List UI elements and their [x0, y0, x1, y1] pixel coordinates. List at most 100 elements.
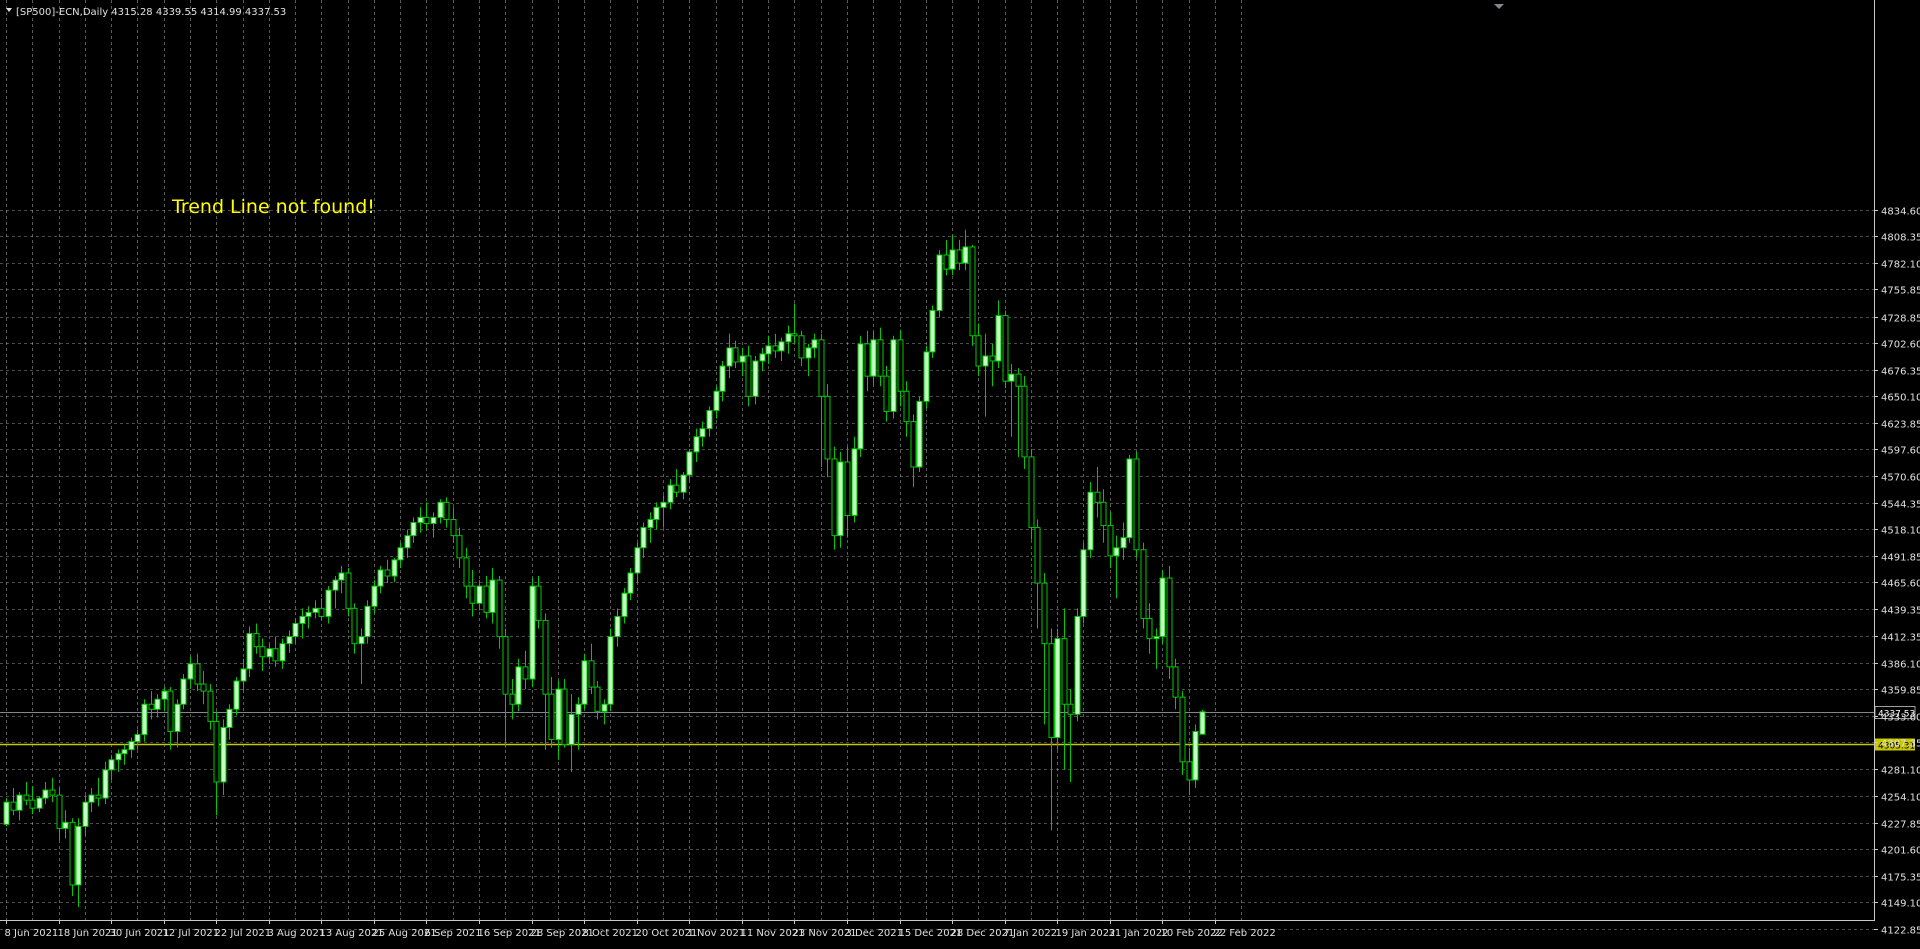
price-label: 4755.85 [1881, 286, 1920, 297]
candle-body-up [3, 801, 10, 825]
candle-body-up [364, 605, 371, 638]
price-label: 4623.85 [1881, 420, 1920, 431]
candle-body-up [312, 607, 319, 613]
price-label: 4808.35 [1881, 233, 1920, 244]
price-label: 4149.10 [1881, 899, 1920, 910]
candle-body-up [640, 527, 647, 549]
candle-body-up [108, 759, 115, 771]
candle-body-up [266, 648, 273, 658]
candle-body-down [450, 518, 457, 537]
candle-body-up [653, 506, 660, 520]
candle-body-down [1166, 577, 1173, 668]
candle-body-down [732, 347, 739, 363]
candle-body-down [1133, 458, 1140, 551]
candle-body-up [1113, 547, 1120, 557]
price-label: 4834.60 [1881, 207, 1920, 218]
date-label: 19 Jan 2022 [1056, 928, 1116, 939]
candle-body-up [759, 353, 766, 362]
candle-body-up [154, 698, 161, 710]
candle-body-down [989, 355, 996, 362]
price-label: 4491.85 [1881, 553, 1920, 564]
candle-body-up [1080, 549, 1087, 617]
candle-body-up [286, 636, 293, 645]
candle-body-up [437, 501, 444, 518]
plot-background [0, 0, 1920, 944]
candle-body-up [778, 341, 785, 352]
candle-body-up [1199, 711, 1206, 735]
candle-body-up [726, 347, 733, 367]
price-label: 4439.35 [1881, 606, 1920, 617]
candle-body-up [417, 516, 424, 524]
date-label: 30 Jun 2021 [110, 928, 170, 939]
chart-window[interactable]: 4337.53 4305.31 4834.60 4808.35 4782.10 4755… [0, 0, 1920, 944]
candle-body-down [943, 254, 950, 270]
candle-body-down [1140, 549, 1147, 619]
candle-body-down [443, 501, 450, 520]
candle-body-up [607, 636, 614, 705]
candle-body-down [351, 607, 358, 645]
candle-body-up [377, 569, 384, 587]
candle-body-up [115, 753, 122, 761]
candle-body-down [897, 339, 904, 392]
candle-body-up [430, 516, 437, 525]
candle-body-down [877, 339, 884, 377]
candle-body-up [621, 592, 628, 617]
candle-body-up [555, 688, 562, 741]
price-label: 4412.35 [1881, 633, 1920, 644]
candle-body-down [1179, 696, 1186, 763]
candle-body-up [1008, 373, 1015, 382]
candle-body-down [1107, 525, 1114, 557]
candle-body-up [102, 769, 109, 799]
candlestick-chart[interactable]: 4337.534305.31 4834.604808.354782.104755… [0, 0, 1920, 944]
candle-body-down [548, 693, 555, 741]
price-label: 4544.35 [1881, 500, 1920, 511]
candle-body-up [916, 400, 923, 468]
date-label: 7 Jan 2022 [1004, 928, 1058, 939]
date-label: 8 Jun 2021 [5, 928, 59, 939]
price-label: 4782.10 [1881, 260, 1920, 271]
candle-body-up [246, 633, 253, 670]
price-label: 4570.60 [1881, 473, 1920, 484]
candle-body-up [410, 522, 417, 537]
candle-body-up [404, 535, 411, 549]
candle-body-down [253, 633, 260, 648]
candle-body-down [318, 607, 325, 617]
candle-body-up [686, 451, 693, 476]
chart-header[interactable]: [SP500]-ECN,Daily 4315.28 4339.55 4314.9… [6, 7, 286, 18]
date-label: 3 Dec 2021 [846, 928, 904, 939]
candle-body-up [739, 355, 746, 363]
candle-body-up [1153, 636, 1160, 640]
candle-body-down [1146, 617, 1153, 640]
candle-body-down [969, 246, 976, 337]
candle-body-down [1028, 456, 1035, 529]
candle-body-down [903, 390, 910, 423]
candle-body-down [1041, 582, 1048, 645]
candle-body-down [69, 821, 76, 886]
price-label: 4254.10 [1881, 793, 1920, 804]
candle-body-up [647, 518, 654, 529]
date-label: 12 Jul 2021 [163, 928, 220, 939]
candle-body-up [857, 343, 864, 450]
candle-body-up [627, 572, 634, 594]
candle-body-down [522, 666, 529, 680]
candle-body-up [371, 585, 378, 607]
candle-body-up [699, 428, 706, 438]
candle-body-up [42, 789, 49, 799]
price-label: 4518.10 [1881, 526, 1920, 537]
candle-body-up [634, 547, 641, 574]
candle-body-down [213, 720, 220, 783]
price-label: 4676.35 [1881, 367, 1920, 378]
candle-body-down [844, 461, 851, 516]
candle-body-up [515, 666, 522, 705]
candle-body-up [765, 345, 772, 355]
candle-body-down [594, 686, 601, 712]
candle-body-up [982, 355, 989, 367]
candle-body-down [1186, 761, 1193, 781]
candle-body-up [82, 801, 89, 827]
candle-body-up [680, 474, 687, 493]
price-label: 4359.85 [1881, 686, 1920, 697]
candle-body-up [962, 246, 969, 264]
candle-body-up [279, 643, 286, 662]
price-label: 4307.35 [1881, 739, 1920, 750]
candle-body-down [1034, 527, 1041, 584]
